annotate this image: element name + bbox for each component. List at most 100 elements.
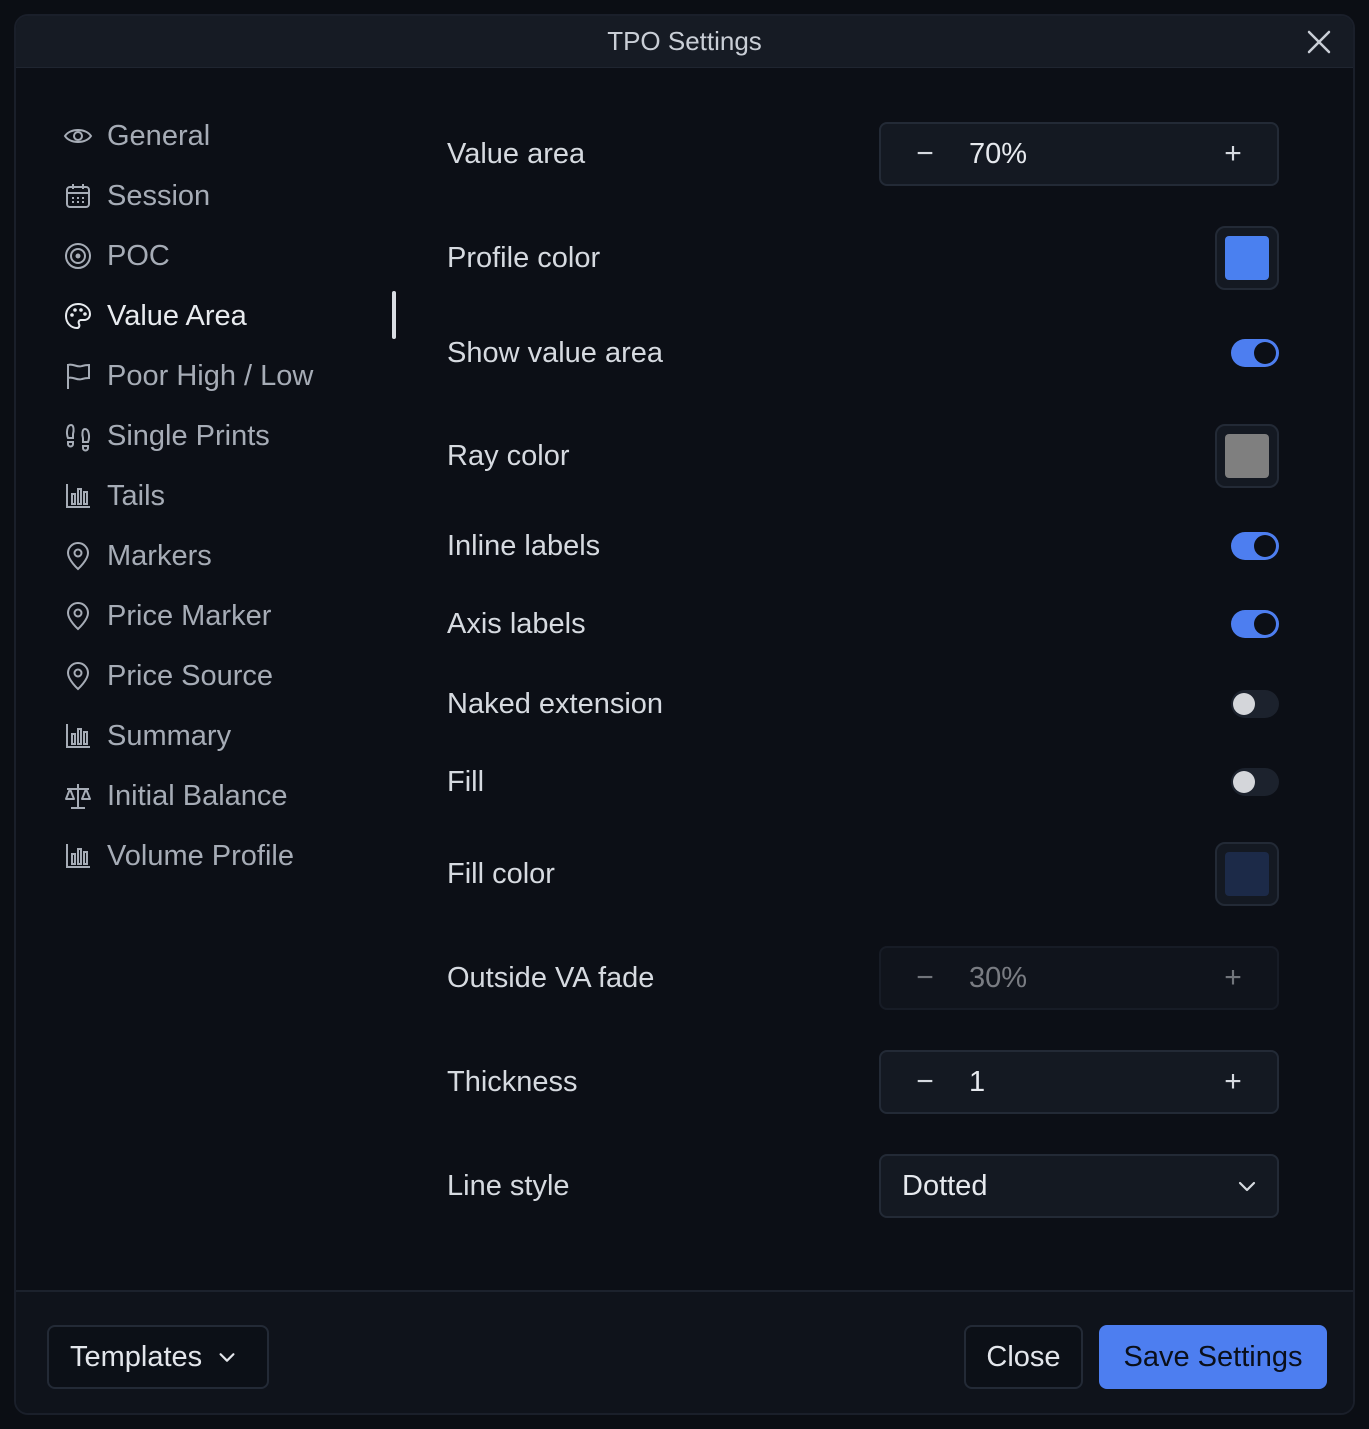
row-profile-color: Profile color: [447, 226, 1279, 290]
toggle-knob: [1233, 771, 1255, 793]
row-show-value-area: Show value area: [447, 335, 1279, 371]
save-settings-button[interactable]: Save Settings: [1099, 1325, 1327, 1389]
footprints-icon: [62, 420, 94, 452]
row-axis-labels: Axis labels: [447, 606, 1279, 642]
row-line-style: Line style Dotted: [447, 1154, 1279, 1218]
show-value-area-label: Show value area: [447, 336, 664, 369]
chevron-down-icon: [1217, 1174, 1277, 1198]
sidebar-item-poc[interactable]: POC: [62, 226, 392, 286]
sidebar-item-session[interactable]: Session: [62, 166, 392, 226]
thickness-value[interactable]: 1: [969, 1066, 1189, 1099]
fill-toggle[interactable]: [1231, 768, 1279, 796]
row-inline-labels: Inline labels: [447, 528, 1279, 564]
ray-color-picker[interactable]: [1215, 424, 1279, 488]
row-value-area: Value area − 70% +: [447, 122, 1279, 186]
line-style-value: Dotted: [902, 1169, 988, 1202]
dialog-title: TPO Settings: [607, 26, 762, 56]
value-area-decrement-button[interactable]: −: [881, 124, 969, 184]
sidebar-item-label: POC: [107, 239, 170, 272]
naked-extension-toggle[interactable]: [1231, 690, 1279, 718]
sidebar-item-poor-high-low[interactable]: Poor High / Low: [62, 346, 392, 406]
tpo-settings-dialog: TPO Settings General Session POC Value A…: [14, 14, 1355, 1415]
sidebar-item-markers[interactable]: Markers: [62, 526, 392, 586]
axis-labels-toggle[interactable]: [1231, 610, 1279, 638]
chevron-down-icon: [216, 1346, 238, 1368]
fill-label: Fill: [447, 765, 485, 798]
calendar-icon: [62, 180, 94, 212]
map-pin-icon: [62, 660, 94, 692]
sidebar-item-single-prints[interactable]: Single Prints: [62, 406, 392, 466]
outside-va-fade-value[interactable]: 30%: [969, 962, 1189, 995]
sidebar-item-summary[interactable]: Summary: [62, 706, 392, 766]
value-area-increment-button[interactable]: +: [1189, 124, 1277, 184]
sidebar-item-label: Session: [107, 179, 211, 212]
scale-icon: [62, 780, 94, 812]
profile-color-picker[interactable]: [1215, 226, 1279, 290]
close-button[interactable]: Close: [964, 1325, 1083, 1389]
bar-chart-icon: [62, 840, 94, 872]
map-pin-icon: [62, 600, 94, 632]
row-fill-color: Fill color: [447, 842, 1279, 906]
inline-labels-label: Inline labels: [447, 529, 601, 562]
profile-color-label: Profile color: [447, 241, 601, 274]
templates-dropdown-button[interactable]: Templates: [47, 1325, 269, 1389]
toggle-knob: [1254, 342, 1276, 364]
dialog-titlebar: TPO Settings: [16, 16, 1353, 68]
toggle-knob: [1233, 693, 1255, 715]
row-thickness: Thickness − 1 +: [447, 1050, 1279, 1114]
thickness-stepper: − 1 +: [879, 1050, 1279, 1114]
row-outside-va-fade: Outside VA fade − 30% +: [447, 946, 1279, 1010]
sidebar-item-label: Markers: [107, 539, 212, 572]
value-area-value[interactable]: 70%: [969, 138, 1189, 171]
sidebar-item-label: Volume Profile: [107, 839, 294, 872]
thickness-increment-button[interactable]: +: [1189, 1052, 1277, 1112]
toggle-knob: [1254, 535, 1276, 557]
bar-chart-icon: [62, 480, 94, 512]
bar-chart-icon: [62, 720, 94, 752]
sidebar-item-label: Price Marker: [107, 599, 272, 632]
sidebar-item-label: Single Prints: [107, 419, 270, 452]
sidebar-item-label: Poor High / Low: [107, 359, 314, 392]
thickness-decrement-button[interactable]: −: [881, 1052, 969, 1112]
ray-color-swatch: [1225, 434, 1269, 478]
line-style-select[interactable]: Dotted: [879, 1154, 1279, 1218]
value-area-stepper: − 70% +: [879, 122, 1279, 186]
map-pin-icon: [62, 540, 94, 572]
sidebar-item-label: Summary: [107, 719, 232, 752]
ray-color-label: Ray color: [447, 439, 570, 472]
axis-labels-label: Axis labels: [447, 607, 586, 640]
sidebar-item-price-source[interactable]: Price Source: [62, 646, 392, 706]
sidebar-item-label: Tails: [107, 479, 166, 512]
sidebar-item-initial-balance[interactable]: Initial Balance: [62, 766, 392, 826]
sidebar-item-label: Price Source: [107, 659, 274, 692]
fill-color-label: Fill color: [447, 857, 555, 890]
outside-va-fade-stepper: − 30% +: [879, 946, 1279, 1010]
profile-color-swatch: [1225, 236, 1269, 280]
sidebar-item-volume-profile[interactable]: Volume Profile: [62, 826, 392, 886]
palette-icon: [62, 300, 94, 332]
outside-va-fade-decrement-button[interactable]: −: [881, 948, 969, 1008]
inline-labels-toggle[interactable]: [1231, 532, 1279, 560]
row-ray-color: Ray color: [447, 424, 1279, 488]
active-indicator: [392, 291, 396, 339]
sidebar-item-label: Value Area: [107, 299, 247, 332]
outside-va-fade-increment-button[interactable]: +: [1189, 948, 1277, 1008]
sidebar-item-general[interactable]: General: [62, 106, 392, 166]
sidebar-item-label: Initial Balance: [107, 779, 288, 812]
fill-color-picker[interactable]: [1215, 842, 1279, 906]
sidebar-item-price-marker[interactable]: Price Marker: [62, 586, 392, 646]
sidebar-item-value-area[interactable]: Value Area: [62, 286, 396, 346]
target-icon: [62, 240, 94, 272]
close-icon[interactable]: [1303, 26, 1335, 58]
flag-icon: [62, 360, 94, 392]
fill-color-swatch: [1225, 852, 1269, 896]
toggle-knob: [1254, 613, 1276, 635]
show-value-area-toggle[interactable]: [1231, 339, 1279, 367]
templates-label: Templates: [70, 1340, 203, 1373]
row-naked-extension: Naked extension: [447, 686, 1279, 722]
dialog-footer: Templates Close Save Settings: [16, 1290, 1353, 1413]
sidebar-item-tails[interactable]: Tails: [62, 466, 392, 526]
settings-sidebar: General Session POC Value Area Poor High…: [62, 106, 396, 886]
row-fill: Fill: [447, 764, 1279, 800]
naked-extension-label: Naked extension: [447, 687, 664, 720]
